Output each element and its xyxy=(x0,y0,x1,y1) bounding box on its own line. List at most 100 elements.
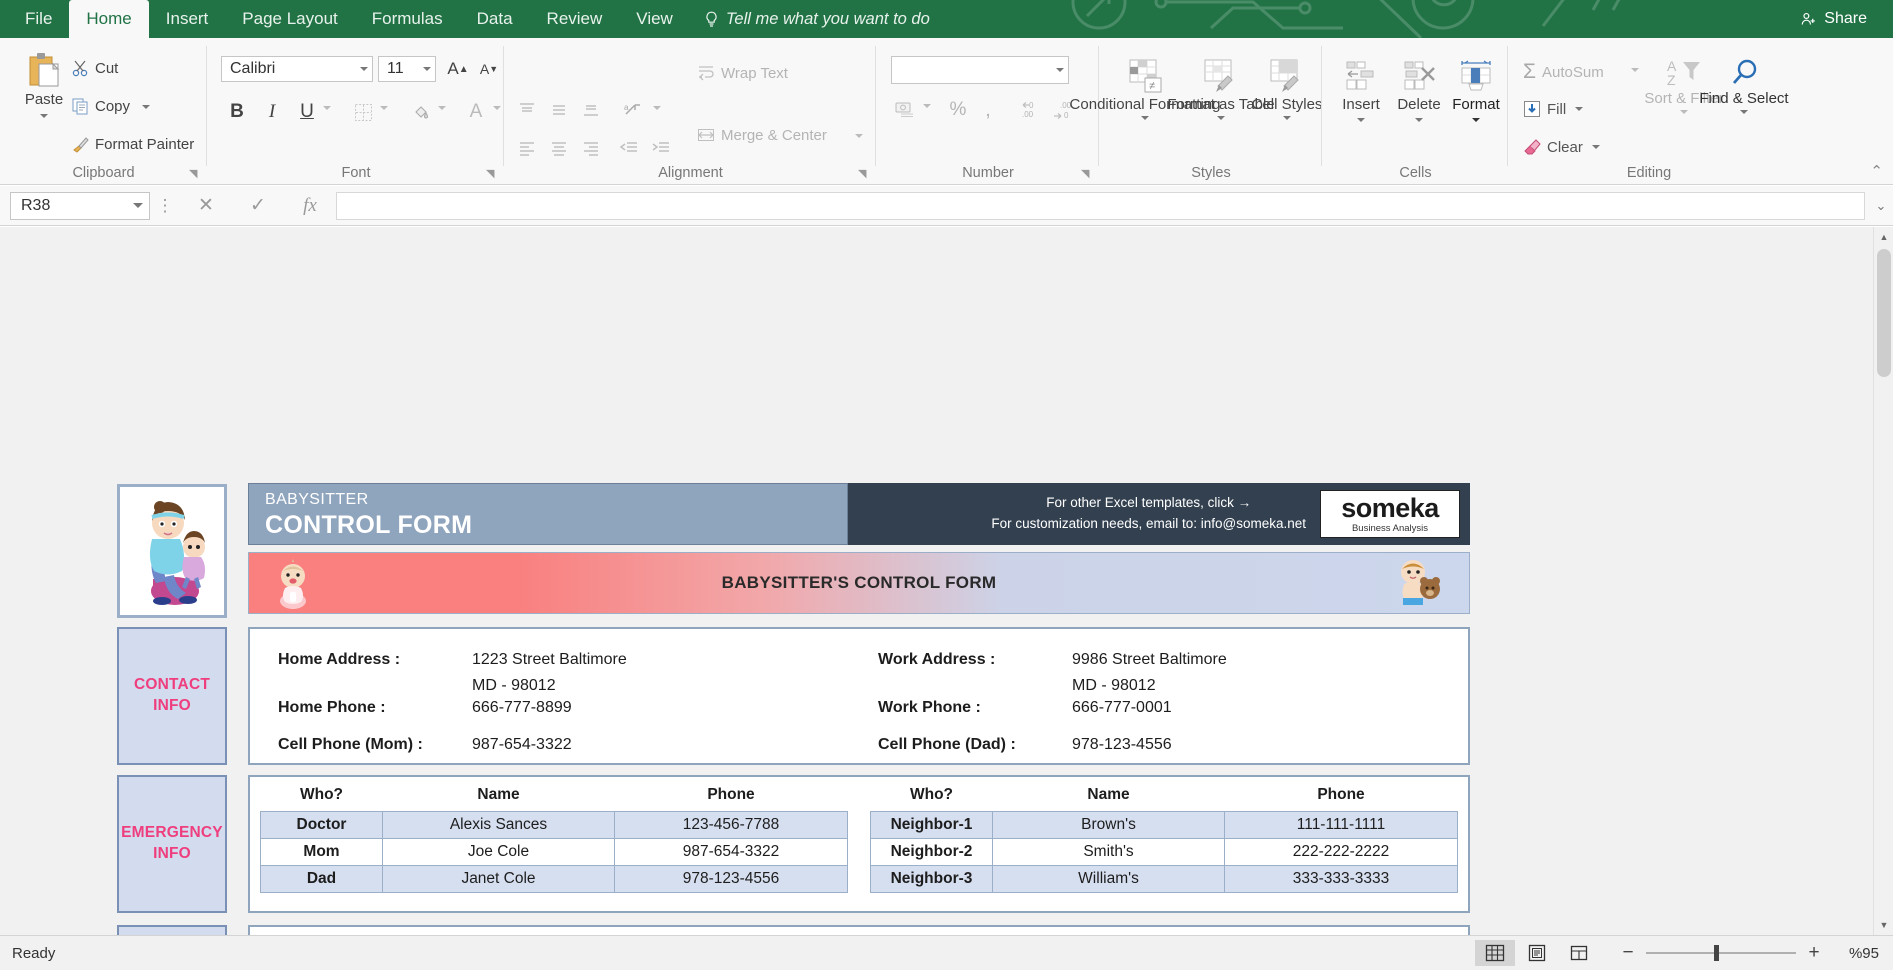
insert-caret[interactable] xyxy=(1357,117,1365,122)
decrease-indent-button[interactable] xyxy=(619,138,639,158)
table-row[interactable]: Neighbor-1 Brown's 111-111-1111 xyxy=(870,811,1458,839)
find-select-caret[interactable] xyxy=(1740,109,1748,114)
increase-font-size-button[interactable]: A ▲ xyxy=(445,56,471,82)
cell-styles-button[interactable]: Cell Styles xyxy=(1252,58,1322,120)
collapse-ribbon-button[interactable]: ⌃ xyxy=(1870,162,1883,180)
increase-decimal-button[interactable]: 0 .00 xyxy=(1017,96,1047,124)
borders-dropdown-caret[interactable] xyxy=(380,106,388,110)
page-break-view-button[interactable] xyxy=(1559,940,1599,966)
borders-button[interactable] xyxy=(348,98,378,126)
zoom-out-button[interactable]: − xyxy=(1621,942,1635,964)
expand-formula-bar-button[interactable]: ⌄ xyxy=(1869,198,1893,214)
fill-button[interactable]: Fill xyxy=(1523,100,1584,118)
underline-button[interactable]: U xyxy=(293,98,321,126)
increase-indent-button[interactable] xyxy=(651,138,671,158)
accounting-format-button[interactable] xyxy=(891,96,919,124)
number-format-caret[interactable] xyxy=(1056,68,1064,72)
cut-button[interactable]: Cut xyxy=(72,60,118,77)
font-dialog-launcher[interactable]: ◥ xyxy=(486,167,498,180)
orientation-button[interactable]: a xyxy=(623,100,645,120)
merge-center-button[interactable]: Merge & Center xyxy=(697,126,827,144)
paste-dropdown-caret[interactable] xyxy=(40,113,48,118)
insert-cells-button[interactable]: Insert xyxy=(1331,60,1391,122)
align-left-button[interactable] xyxy=(517,138,537,158)
zoom-slider-thumb[interactable] xyxy=(1714,945,1719,961)
wrap-text-button[interactable]: Wrap Text xyxy=(697,64,788,82)
font-name-caret[interactable] xyxy=(360,67,368,71)
accounting-caret[interactable] xyxy=(923,104,931,108)
tab-file[interactable]: File xyxy=(8,0,69,38)
copy-button[interactable]: Copy xyxy=(72,98,151,115)
formula-bar-grip[interactable]: ⋮ xyxy=(150,196,180,216)
vertical-scroll-thumb[interactable] xyxy=(1877,249,1891,377)
tab-home[interactable]: Home xyxy=(69,0,149,38)
fill-color-button[interactable] xyxy=(406,98,436,126)
comma-style-button[interactable]: , xyxy=(975,96,1001,124)
table-row[interactable]: Mom Joe Cole 987-654-3322 xyxy=(260,838,848,866)
autosum-caret[interactable] xyxy=(1631,68,1639,72)
tab-formulas[interactable]: Formulas xyxy=(355,0,460,38)
fill-color-caret[interactable] xyxy=(438,106,446,110)
align-top-button[interactable] xyxy=(517,100,537,120)
scroll-up-button[interactable]: ▲ xyxy=(1874,227,1893,247)
table-row[interactable]: Neighbor-2 Smith's 222-222-2222 xyxy=(870,838,1458,866)
orientation-caret[interactable] xyxy=(653,106,661,110)
clear-button[interactable]: Clear xyxy=(1523,138,1600,156)
font-size-caret[interactable] xyxy=(423,67,431,71)
vertical-scrollbar[interactable]: ▲ ▼ xyxy=(1873,227,1893,935)
zoom-level-label[interactable]: %95 xyxy=(1839,945,1879,962)
tab-data[interactable]: Data xyxy=(460,0,530,38)
alignment-dialog-launcher[interactable]: ◥ xyxy=(858,167,870,180)
delete-cells-button[interactable]: Delete xyxy=(1389,60,1449,122)
format-cells-button[interactable]: Format xyxy=(1447,60,1505,122)
font-color-caret[interactable] xyxy=(493,106,501,110)
find-select-button[interactable]: Find & Select xyxy=(1699,58,1789,114)
align-right-button[interactable] xyxy=(581,138,601,158)
tell-me-box[interactable]: Tell me what you want to do xyxy=(690,0,944,38)
format-as-table-button[interactable]: Format as Table xyxy=(1167,58,1275,120)
format-as-table-caret[interactable] xyxy=(1217,115,1225,120)
cancel-entry-button[interactable]: ✕ xyxy=(180,194,232,217)
format-painter-button[interactable]: Format Painter xyxy=(72,136,194,153)
tab-review[interactable]: Review xyxy=(530,0,620,38)
page-layout-view-button[interactable] xyxy=(1517,940,1557,966)
normal-view-button[interactable] xyxy=(1475,940,1515,966)
italic-button[interactable]: I xyxy=(258,98,286,126)
share-button[interactable]: Share xyxy=(1786,4,1881,34)
merge-center-caret[interactable] xyxy=(855,134,863,138)
underline-dropdown-caret[interactable] xyxy=(323,106,331,110)
enter-entry-button[interactable]: ✓ xyxy=(232,194,284,217)
name-box-caret[interactable] xyxy=(133,203,143,208)
number-dialog-launcher[interactable]: ◥ xyxy=(1081,167,1093,180)
align-center-button[interactable] xyxy=(549,138,569,158)
scroll-down-button[interactable]: ▼ xyxy=(1874,915,1893,935)
clear-caret[interactable] xyxy=(1591,145,1600,149)
paste-button[interactable]: Paste xyxy=(8,52,80,118)
tab-page-layout[interactable]: Page Layout xyxy=(225,0,354,38)
table-row[interactable]: Neighbor-3 William's 333-333-3333 xyxy=(870,865,1458,893)
percent-style-button[interactable]: % xyxy=(945,96,971,124)
fill-caret[interactable] xyxy=(1575,107,1584,111)
format-caret[interactable] xyxy=(1472,117,1480,122)
name-box[interactable]: R38 xyxy=(10,191,150,220)
delete-caret[interactable] xyxy=(1415,117,1423,122)
worksheet-canvas[interactable]: BABYSITTER CONTROL FORM For other Excel … xyxy=(0,227,1855,935)
font-name-input[interactable]: Calibri xyxy=(221,56,373,82)
clipboard-dialog-launcher[interactable]: ◥ xyxy=(189,167,201,180)
insert-function-button[interactable]: fx xyxy=(284,195,336,217)
table-row[interactable]: Dad Janet Cole 978-123-4556 xyxy=(260,865,848,893)
zoom-slider[interactable] xyxy=(1646,945,1796,961)
number-format-select[interactable] xyxy=(891,56,1069,84)
tab-view[interactable]: View xyxy=(619,0,690,38)
copy-dropdown-caret[interactable] xyxy=(142,104,151,109)
bold-button[interactable]: B xyxy=(223,98,251,126)
tab-insert[interactable]: Insert xyxy=(149,0,226,38)
font-color-button[interactable]: A xyxy=(461,98,491,126)
align-bottom-button[interactable] xyxy=(581,100,601,120)
autosum-button[interactable]: Σ AutoSum xyxy=(1523,60,1604,84)
decrease-font-size-button[interactable]: A ▼ xyxy=(476,56,502,82)
align-middle-button[interactable] xyxy=(549,100,569,120)
zoom-in-button[interactable]: + xyxy=(1807,942,1821,964)
sort-filter-caret[interactable] xyxy=(1680,109,1688,114)
conditional-formatting-caret[interactable] xyxy=(1141,115,1149,120)
